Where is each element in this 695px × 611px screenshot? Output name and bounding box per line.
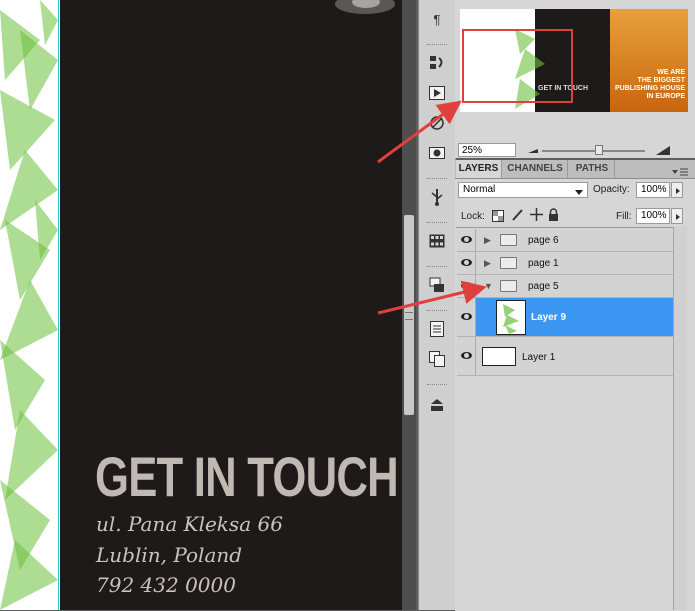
grip-divider (427, 310, 447, 313)
zoom-slider-thumb[interactable] (595, 145, 603, 155)
grip-divider (427, 44, 447, 47)
opacity-input[interactable]: 100% (636, 182, 670, 198)
layer-name: page 6 (528, 235, 559, 246)
collapsed-arrow-icon[interactable]: ▶ (484, 258, 491, 269)
folder-icon (500, 234, 517, 246)
paragraph-icon[interactable]: ¶ (427, 10, 447, 28)
copy-icon[interactable] (427, 350, 447, 368)
tab-paths[interactable]: PATHS (570, 160, 615, 178)
get-in-touch-heading: GET IN TOUCH (95, 445, 399, 508)
folder-icon (500, 280, 517, 292)
layer-row-page-6[interactable]: ▶ page 6 (457, 229, 673, 252)
layer-row-layer-1[interactable]: Layer 1 (457, 337, 673, 376)
address-line-2: Lublin, Poland (96, 543, 243, 567)
navigator-thumbnail[interactable]: GET IN TOUCH WE ARE THE BIGGEST PUBLISHI… (460, 9, 688, 112)
layer-thumbnail (496, 300, 526, 335)
panel-menu-icon[interactable] (671, 164, 689, 182)
lock-brush-icon[interactable] (511, 208, 523, 227)
visibility-cell[interactable] (457, 337, 476, 375)
thumb-right-line1: WE ARE (657, 69, 685, 76)
layers-scrollbar[interactable] (673, 227, 687, 610)
fill-arrow-button[interactable] (671, 208, 683, 224)
document-canvas[interactable]: GET IN TOUCH ul. Pana Kleksa 66 Lublin, … (0, 0, 402, 610)
zoom-field[interactable]: 25% (458, 143, 516, 157)
lock-move-icon[interactable] (530, 208, 543, 226)
thumb-right-line3: PUBLISHING HOUSE (615, 85, 686, 92)
grip-divider (427, 266, 447, 269)
cyan-guide-line (58, 0, 59, 610)
eye-icon[interactable] (461, 313, 472, 320)
thumb-green-graphic (503, 304, 519, 334)
zoom-in-icon[interactable] (655, 143, 671, 161)
zoom-slider[interactable] (542, 150, 645, 152)
visibility-cell[interactable] (457, 275, 476, 297)
chevron-down-icon (575, 187, 583, 201)
clone-source-icon[interactable] (427, 276, 447, 294)
layer-thumbnail (482, 347, 516, 366)
tab-channels[interactable]: CHANNELS (503, 160, 568, 178)
thumb-right-text: WE ARE THE BIGGEST PUBLISHING HOUSE IN E… (615, 69, 685, 101)
phone-number: 792 432 0000 (96, 573, 236, 597)
opacity-arrow-button[interactable] (671, 182, 683, 198)
expanded-arrow-icon[interactable]: ▼ (484, 281, 493, 291)
visibility-cell[interactable] (457, 298, 476, 336)
swatches-grid-icon[interactable] (427, 232, 447, 250)
fill-label: Fill: (616, 211, 632, 222)
eye-icon[interactable] (461, 282, 472, 289)
grip-divider (427, 222, 447, 225)
eye-icon[interactable] (461, 352, 472, 359)
visibility-cell[interactable] (457, 229, 476, 251)
history-icon[interactable] (427, 54, 447, 72)
folder-icon (500, 257, 517, 269)
address-line-1: ul. Pana Kleksa 66 (96, 512, 283, 536)
tab-layers[interactable]: LAYERS (456, 160, 502, 178)
collapsed-arrow-icon[interactable]: ▶ (484, 235, 491, 246)
lock-transparent-icon[interactable] (492, 209, 504, 227)
eye-icon[interactable] (461, 236, 472, 243)
document-icon[interactable] (427, 320, 447, 338)
thumb-right-line4: IN EUROPE (646, 93, 685, 100)
divider (456, 227, 686, 228)
eye-icon[interactable] (461, 259, 472, 266)
actions-play-icon[interactable] (427, 84, 447, 102)
layer-row-page-5[interactable]: ▼ page 5 (457, 275, 673, 298)
usb-icon[interactable] (427, 188, 447, 206)
lock-label: Lock: (461, 211, 485, 222)
blend-mode-value: Normal (463, 184, 496, 195)
brush-icon[interactable] (427, 114, 447, 132)
blend-mode-select[interactable]: Normal (458, 182, 588, 198)
green-triangles-graphic (0, 0, 58, 610)
layer-row-page-1[interactable]: ▶ page 1 (457, 252, 673, 275)
grip-divider (427, 384, 447, 387)
layer-name: Layer 1 (522, 352, 556, 363)
smoke-graphic (335, 0, 395, 14)
grip-divider (427, 178, 447, 181)
visibility-cell[interactable] (457, 252, 476, 274)
thumb-right-line2: THE BIGGEST (637, 77, 685, 84)
zoom-out-icon[interactable] (527, 144, 539, 157)
opacity-label: Opacity: (593, 184, 630, 195)
panel-tool-strip: ¶ (418, 0, 456, 610)
stamp-icon[interactable] (427, 396, 447, 414)
layer-row-layer-9[interactable]: Layer 9 (457, 298, 673, 337)
navigator-view-box[interactable] (462, 29, 573, 103)
layer-name: page 1 (528, 258, 559, 269)
camera-icon[interactable] (427, 144, 447, 162)
lock-all-icon[interactable] (548, 208, 559, 226)
layer-name: page 5 (528, 281, 559, 292)
scroll-grip-icon (405, 312, 413, 320)
fill-input[interactable]: 100% (636, 208, 670, 224)
layer-name: Layer 9 (531, 312, 567, 323)
